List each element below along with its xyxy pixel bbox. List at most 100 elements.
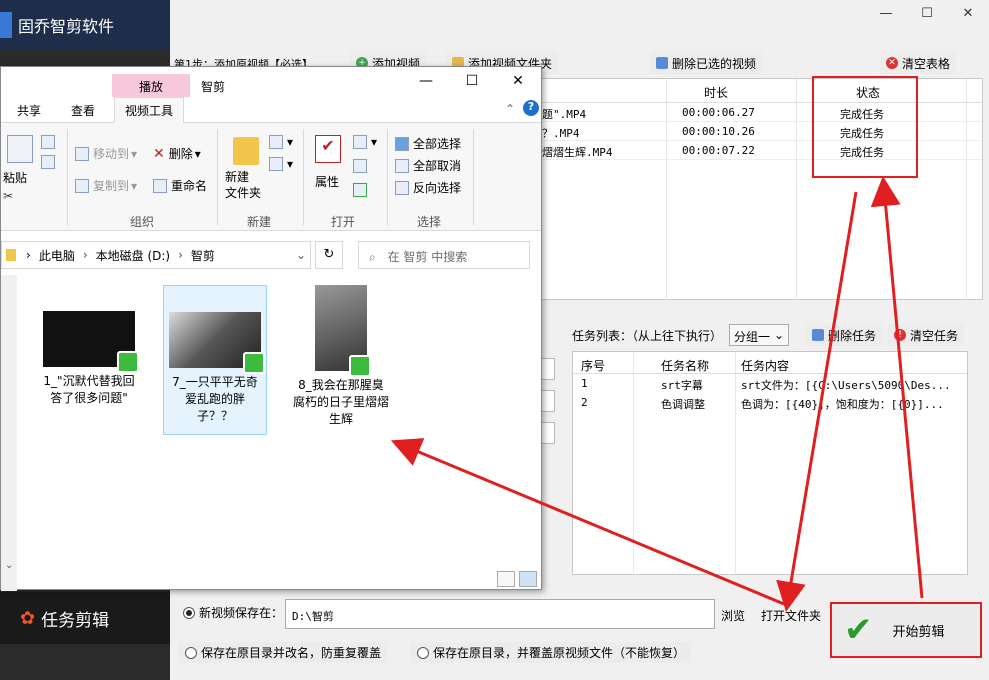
group-select[interactable]: 分组一 ⌄ bbox=[729, 324, 789, 346]
clear-icon: ! bbox=[894, 329, 906, 341]
ribbon-separator bbox=[67, 129, 68, 225]
open-folder-button[interactable]: 打开文件夹 bbox=[761, 607, 821, 624]
copy-path-icon[interactable] bbox=[41, 135, 59, 149]
refresh-button[interactable]: ↻ bbox=[315, 241, 343, 269]
flower-icon: ✿ bbox=[20, 607, 36, 629]
ribbon-separator bbox=[217, 129, 218, 225]
search-placeholder: 在 智剪 中搜索 bbox=[387, 250, 468, 264]
select-all-label: 全部选择 bbox=[413, 137, 462, 151]
copy-icon bbox=[75, 178, 89, 193]
maximize-button[interactable]: ☐ bbox=[457, 73, 487, 89]
new-folder-button[interactable]: 新建 文件夹 bbox=[225, 169, 261, 201]
clear-table-button[interactable]: ✕ 清空表格 bbox=[880, 52, 957, 74]
open-icon[interactable]: ▾ bbox=[353, 135, 377, 149]
table-row[interactable]: 1 srt字幕 srt文件为：[{C:\Users\5090\Des... bbox=[573, 374, 967, 393]
details-view-icon[interactable] bbox=[497, 571, 515, 587]
tab-view[interactable]: 查看 bbox=[71, 102, 95, 119]
minimize-button[interactable]: — bbox=[866, 6, 906, 21]
explorer-titlebar: 播放 智剪 — ☐ ✕ bbox=[1, 67, 541, 97]
rename-icon bbox=[153, 178, 167, 193]
rename-button[interactable]: 重命名 bbox=[153, 177, 207, 194]
file-explorer-window[interactable]: 播放 智剪 — ☐ ✕ 共享 查看 视频工具 ⌃ ? 粘贴 ✂ 移动到 ▾ 复制到… bbox=[0, 66, 542, 591]
breadcrumb-disk[interactable]: 本地磁盘 (D:) bbox=[96, 247, 170, 264]
invert-selection-button[interactable]: 反向选择 bbox=[395, 179, 461, 196]
easy-access-icon[interactable]: ▾ bbox=[269, 157, 293, 171]
move-to-button[interactable]: 移动到 ▾ bbox=[75, 145, 137, 162]
radio-rename[interactable] bbox=[185, 646, 197, 659]
cell-duration: 00:00:10.26 bbox=[682, 125, 755, 138]
close-button[interactable]: ✕ bbox=[948, 6, 988, 21]
select-all-button[interactable]: 全部选择 bbox=[395, 135, 461, 152]
radio-save-new[interactable] bbox=[183, 606, 195, 619]
collapse-ribbon-icon[interactable]: ⌃ bbox=[505, 102, 515, 116]
large-icons-view-icon[interactable] bbox=[519, 571, 537, 587]
view-toggle bbox=[497, 571, 537, 587]
move-icon bbox=[75, 146, 89, 161]
address-bar[interactable]: › 此电脑 › 本地磁盘 (D:) › 智剪 ⌄ bbox=[1, 241, 311, 269]
cell-seq: 1 bbox=[581, 377, 588, 390]
video-badge-icon bbox=[349, 355, 371, 377]
clear-tasks-button[interactable]: ! 清空任务 bbox=[888, 324, 965, 346]
properties-button[interactable]: 属性 bbox=[315, 173, 339, 190]
edit-icon[interactable] bbox=[353, 159, 371, 173]
ribbon-tabs: 共享 查看 视频工具 ⌃ ? bbox=[1, 97, 541, 124]
table-row[interactable]: 2 色调调整 色调为：[{40}]，饱和度为：[{0}]... bbox=[573, 393, 967, 412]
column-header-name: 任务名称 bbox=[661, 359, 710, 373]
file-name: 1_"沉默代替我回答了很多问题" bbox=[43, 374, 135, 405]
sidebar-item-task-edit[interactable]: ✿ 任务剪辑 bbox=[0, 592, 170, 644]
video-badge-icon bbox=[117, 351, 139, 373]
folder-icon bbox=[6, 249, 16, 261]
file-list[interactable]: 1_"沉默代替我回答了很多问题" 7_一只平平无奇爱乱跑的胖子？？ 8_我会在那… bbox=[1, 275, 541, 591]
group-label-organize: 组织 bbox=[130, 215, 155, 229]
select-none-label: 全部取消 bbox=[413, 159, 462, 173]
radio-overwrite[interactable] bbox=[417, 646, 429, 659]
close-button[interactable]: ✕ bbox=[503, 73, 533, 89]
maximize-button[interactable]: ☐ bbox=[907, 6, 947, 21]
refresh-icon: ↻ bbox=[323, 247, 335, 262]
browse-button[interactable]: 浏览 bbox=[721, 607, 745, 624]
breadcrumb-pc[interactable]: 此电脑 bbox=[39, 247, 75, 264]
cell-duration: 00:00:06.27 bbox=[682, 106, 755, 119]
chevron-down-icon[interactable]: ⌄ bbox=[296, 248, 306, 262]
file-name: 7_一只平平无奇爱乱跑的胖子？？ bbox=[172, 375, 258, 423]
group-label-select: 选择 bbox=[417, 215, 442, 229]
tab-share[interactable]: 共享 bbox=[17, 102, 41, 119]
output-path-input[interactable]: D:\智剪 bbox=[285, 599, 715, 629]
rename-option[interactable]: 保存在原目录并改名，防重复覆盖 bbox=[179, 642, 388, 663]
context-tab-play[interactable]: 播放 bbox=[112, 74, 190, 97]
setting-field[interactable] bbox=[540, 422, 555, 444]
clear-table-label: 清空表格 bbox=[902, 56, 951, 71]
new-item-icon[interactable]: ▾ bbox=[269, 135, 293, 149]
cut-icon[interactable]: ✂ bbox=[3, 189, 13, 203]
breadcrumb-folder[interactable]: 智剪 bbox=[191, 247, 215, 264]
file-item[interactable]: 1_"沉默代替我回答了很多问题" bbox=[37, 285, 141, 435]
delete-task-button[interactable]: 删除任务 bbox=[806, 324, 883, 346]
delete-selected-button[interactable]: 删除已选的视频 bbox=[650, 52, 763, 74]
delete-button[interactable]: ✕ 删除 ▾ bbox=[153, 145, 201, 162]
tab-video-tools[interactable]: 视频工具 bbox=[114, 97, 185, 124]
file-item[interactable]: 8_我会在那腥臭腐朽的日子里熠熠生辉 bbox=[289, 285, 393, 435]
paste-button[interactable]: 粘贴 bbox=[3, 169, 27, 186]
cell-seq: 2 bbox=[581, 396, 588, 409]
save-new-option[interactable]: 新视频保存在： bbox=[183, 604, 283, 621]
file-item-selected[interactable]: 7_一只平平无奇爱乱跑的胖子？？ bbox=[163, 285, 267, 435]
clipboard-icon bbox=[7, 135, 33, 163]
ribbon-separator bbox=[303, 129, 304, 225]
copy-to-button[interactable]: 复制到 ▾ bbox=[75, 177, 137, 194]
overwrite-option[interactable]: 保存在原目录，并覆盖原视频文件（不能恢复） bbox=[411, 642, 692, 663]
cell-name: ？.MP4 bbox=[542, 127, 580, 140]
cell-name: 色调调整 bbox=[661, 398, 705, 411]
setting-field[interactable] bbox=[540, 358, 555, 380]
select-none-button[interactable]: 全部取消 bbox=[395, 157, 461, 174]
paste-shortcut-icon[interactable] bbox=[41, 155, 59, 169]
help-icon[interactable]: ? bbox=[523, 100, 539, 116]
search-input[interactable]: ⌕ 在 智剪 中搜索 bbox=[358, 241, 530, 269]
task-table[interactable]: 序号 任务名称 任务内容 1 srt字幕 srt文件为：[{C:\Users\5… bbox=[572, 351, 968, 576]
start-highlight-box bbox=[830, 602, 982, 658]
column-header-duration: 时长 bbox=[704, 86, 729, 100]
history-icon[interactable] bbox=[353, 183, 371, 197]
setting-field[interactable] bbox=[540, 390, 555, 412]
minimize-button[interactable]: — bbox=[411, 73, 441, 89]
delete-list-icon bbox=[812, 329, 824, 341]
save-new-label: 新视频保存在： bbox=[199, 606, 284, 620]
